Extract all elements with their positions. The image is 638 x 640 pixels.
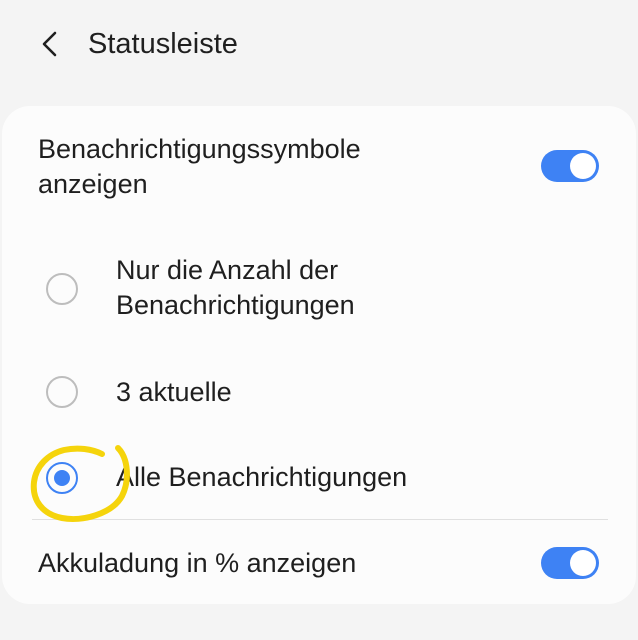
radio-label-all-notifications[interactable]: Alle Benachrichtigungen: [116, 460, 407, 495]
radio-three-recent[interactable]: [46, 376, 78, 408]
app-header: Statusleiste: [0, 0, 638, 92]
toggle-knob: [570, 550, 596, 576]
radio-all-notifications[interactable]: [46, 462, 78, 494]
battery-percentage-label: Akkuladung in % anzeigen: [38, 548, 357, 578]
radio-count-only[interactable]: [46, 273, 78, 305]
settings-card: Benachrichtigungssymbole anzeigen Nur di…: [2, 106, 636, 604]
back-button[interactable]: [28, 22, 72, 66]
radio-label-count-only[interactable]: Nur die Anzahl der Benachrichtigungen: [116, 253, 446, 323]
divider: [32, 519, 608, 520]
radio-selected-dot: [54, 470, 70, 486]
page-title: Statusleiste: [88, 28, 238, 60]
radio-label-three-recent[interactable]: 3 aktuelle: [116, 375, 232, 410]
battery-percentage-toggle[interactable]: [541, 547, 599, 579]
notification-icons-label: Benachrichtigungssymbole anzeigen: [38, 134, 361, 199]
chevron-left-icon: [42, 31, 57, 57]
toggle-knob: [570, 153, 596, 179]
notification-icons-toggle[interactable]: [541, 150, 599, 182]
